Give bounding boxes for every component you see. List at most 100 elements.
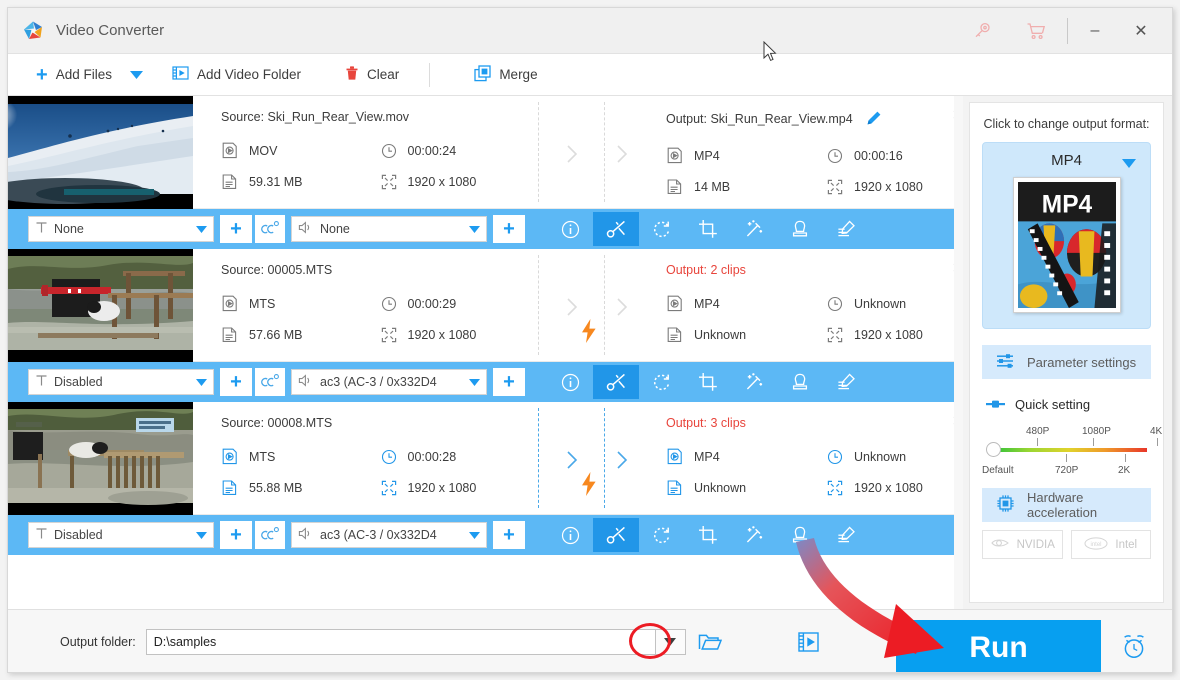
- magic-wand-effects-icon[interactable]: [731, 212, 777, 246]
- value: 55.88 MB: [249, 481, 303, 495]
- chevron-down-icon[interactable]: [1122, 155, 1136, 173]
- value: 1920 x 1080: [854, 481, 923, 495]
- open-folder-icon[interactable]: [686, 622, 734, 662]
- merge-button[interactable]: Merge: [466, 54, 545, 96]
- crop-icon[interactable]: [685, 518, 731, 552]
- thumbnail-ski-slope[interactable]: [8, 96, 193, 209]
- sliders-icon: [996, 353, 1015, 372]
- mouse-pointer-icon: [763, 41, 777, 62]
- closed-caption-settings-icon[interactable]: [255, 521, 285, 549]
- rotate-icon[interactable]: [639, 365, 685, 399]
- slider-knob[interactable]: [986, 442, 1001, 457]
- closed-caption-settings-icon[interactable]: [255, 368, 285, 396]
- watermark-stamp-icon[interactable]: [777, 365, 823, 399]
- close-button[interactable]: ✕: [1118, 8, 1164, 54]
- media-file-icon[interactable]: [774, 622, 844, 662]
- gpu-chip-nvidia[interactable]: NVIDIA: [982, 530, 1063, 559]
- output-pane: Output: Ski_Run_Rear_View.mp4: [648, 96, 963, 208]
- info-icon[interactable]: [547, 518, 593, 552]
- shopping-cart-icon[interactable]: [1009, 8, 1063, 54]
- source-size: 59.31 MB: [221, 166, 380, 197]
- add-audio-button[interactable]: +: [493, 368, 525, 396]
- scissors-cut-icon[interactable]: [593, 518, 639, 552]
- add-files-button[interactable]: + Add Files: [28, 54, 120, 96]
- hardware-acceleration-button[interactable]: Hardware acceleration: [982, 488, 1151, 522]
- toolbar-divider: [429, 63, 430, 87]
- thumbnail-panda-enclosure-2[interactable]: [8, 402, 193, 515]
- speaker-icon: [298, 374, 314, 390]
- add-files-dropdown[interactable]: [120, 54, 154, 96]
- file-action-bar: Disabled +: [8, 362, 963, 402]
- scissors-cut-icon[interactable]: [593, 365, 639, 399]
- rotate-icon[interactable]: [639, 518, 685, 552]
- subtitle-select[interactable]: None: [28, 216, 214, 242]
- parameter-settings-button[interactable]: Parameter settings: [982, 345, 1151, 379]
- value: Unknown: [854, 297, 906, 311]
- audio-select[interactable]: ac3 (AC-3 / 0x332D4: [291, 522, 487, 548]
- quick-setting-header: Quick setting: [982, 397, 1151, 412]
- source-resolution: 1920 x 1080: [380, 319, 539, 350]
- main-toolbar: + Add Files Add Video Folder: [8, 54, 1172, 96]
- file-row[interactable]: Source: Ski_Run_Rear_View.mov MOV: [8, 96, 963, 209]
- run-button[interactable]: Run: [896, 620, 1101, 673]
- output-folder-input[interactable]: D:\samples: [146, 629, 656, 655]
- gpu-chip-intel[interactable]: intel Intel: [1071, 530, 1152, 559]
- resolution-icon: [380, 326, 398, 344]
- rotate-icon[interactable]: [639, 212, 685, 246]
- watermark-stamp-icon[interactable]: [777, 212, 823, 246]
- add-audio-button[interactable]: +: [493, 215, 525, 243]
- source-resolution: 1920 x 1080: [380, 472, 539, 503]
- main-content: Source: Ski_Run_Rear_View.mov MOV: [8, 96, 1172, 609]
- output-format-card[interactable]: MP4 MP4: [982, 142, 1151, 329]
- gpu-chip-label: NVIDIA: [1017, 539, 1055, 551]
- subtitle-select[interactable]: Disabled: [28, 369, 214, 395]
- add-video-folder-button[interactable]: Add Video Folder: [164, 54, 309, 96]
- clock-icon: [826, 448, 844, 466]
- subtitle-value: None: [54, 222, 190, 236]
- watermark-stamp-icon[interactable]: [777, 518, 823, 552]
- edit-output-name-icon[interactable]: [866, 110, 882, 129]
- scissors-cut-icon[interactable]: [593, 212, 639, 246]
- output-resolution: 1920 x 1080: [826, 171, 963, 202]
- key-icon[interactable]: [955, 8, 1009, 54]
- crop-icon[interactable]: [685, 212, 731, 246]
- source-format: MOV: [221, 135, 380, 166]
- add-audio-button[interactable]: +: [493, 521, 525, 549]
- output-duration: Unknown: [826, 441, 963, 472]
- output-title: Output: Ski_Run_Rear_View.mp4: [666, 110, 963, 129]
- minimize-button[interactable]: –: [1072, 8, 1118, 54]
- add-subtitle-button[interactable]: +: [220, 368, 252, 396]
- quick-setting-label: Quick setting: [1015, 397, 1090, 412]
- info-icon[interactable]: [547, 212, 593, 246]
- file-action-bar: Disabled +: [8, 515, 963, 555]
- magic-wand-effects-icon[interactable]: [731, 365, 777, 399]
- resolution-icon: [826, 479, 844, 497]
- subtitle-edit-icon[interactable]: [823, 212, 869, 246]
- quality-slider[interactable]: 480P 1080P 4K Default 720P 2K: [982, 422, 1151, 484]
- subtitle-edit-icon[interactable]: [823, 365, 869, 399]
- crop-icon[interactable]: [685, 365, 731, 399]
- audio-select[interactable]: ac3 (AC-3 / 0x332D4: [291, 369, 487, 395]
- info-icon[interactable]: [547, 365, 593, 399]
- file-list-scrollbar[interactable]: [954, 96, 963, 609]
- subtitle-select[interactable]: Disabled: [28, 522, 214, 548]
- add-subtitle-button[interactable]: +: [220, 215, 252, 243]
- file-action-bar: None +: [8, 209, 963, 249]
- value: 00:00:29: [408, 297, 457, 311]
- app-logo-icon: [22, 20, 44, 42]
- subtitle-edit-icon[interactable]: [823, 518, 869, 552]
- thumbnail-panda-enclosure-1[interactable]: [8, 249, 193, 362]
- media-format-icon: [666, 147, 684, 165]
- clear-button[interactable]: Clear: [337, 54, 407, 96]
- output-resolution: 1920 x 1080: [826, 472, 963, 503]
- add-subtitle-button[interactable]: +: [220, 521, 252, 549]
- audio-select[interactable]: None: [291, 216, 487, 242]
- alarm-clock-icon[interactable]: [1120, 633, 1148, 666]
- hardware-acceleration-label: Hardware acceleration: [1027, 490, 1151, 520]
- source-format: MTS: [221, 441, 380, 472]
- file-row[interactable]: Source: 00005.MTS MTS: [8, 249, 963, 362]
- closed-caption-settings-icon[interactable]: [255, 215, 285, 243]
- magic-wand-effects-icon[interactable]: [731, 518, 777, 552]
- video-converter-window: Video Converter: [7, 7, 1173, 673]
- file-row[interactable]: Source: 00008.MTS MTS: [8, 402, 963, 515]
